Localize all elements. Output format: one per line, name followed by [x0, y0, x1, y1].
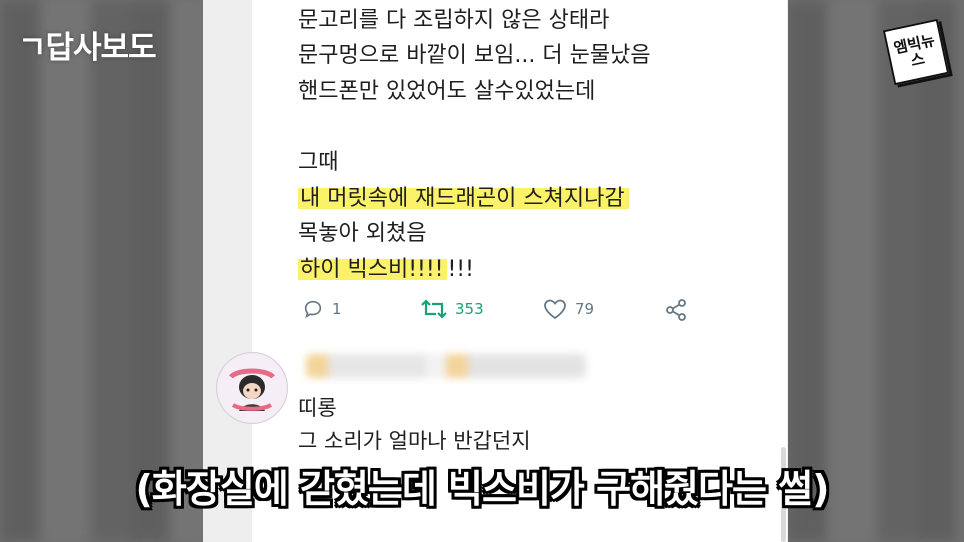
- channel-title: ㄱ답사보도: [18, 30, 157, 66]
- tweet-line-7-rest: !!!: [447, 257, 474, 282]
- tweet-line-5: 내 머릿속에 재드래곤이 스쳐지나감: [298, 184, 629, 214]
- retweet-count: 353: [455, 300, 484, 318]
- avatar-illustration-icon: [218, 354, 286, 422]
- highlighted-text: 내 머릿속에 재드래곤이 스쳐지나감: [298, 186, 629, 211]
- reply-icon: [304, 300, 322, 319]
- blurred-user-meta: [306, 354, 586, 378]
- heart-icon: [544, 299, 566, 320]
- share-action[interactable]: [664, 298, 688, 322]
- tweet-line-1: 문고리를 다 조립하지 않은 상태라: [298, 8, 610, 33]
- reply-line-2: 그 소리가 얼마나 반갑던지: [298, 429, 531, 453]
- tweet-line-7: 하이 빅스비!!!!!!!: [298, 255, 474, 285]
- tweet-line-6: 목놓아 외쳤음: [298, 221, 427, 246]
- share-icon: [666, 299, 686, 321]
- retweet-icon: [421, 299, 447, 319]
- reply-action[interactable]: 1: [302, 298, 342, 320]
- video-caption: (화장실에 갇혔는데 빅스비가 구해줬다는 썰): [135, 467, 830, 511]
- tweet-line-2: 문구멍으로 바깥이 보임... 더 눈물났음: [298, 43, 651, 68]
- avatar[interactable]: [216, 352, 288, 424]
- reply-count: 1: [332, 300, 342, 318]
- tweet-line-3: 핸드폰만 있었어도 살수있었는데: [298, 79, 596, 104]
- retweet-action[interactable]: 353: [421, 298, 484, 320]
- reply-line-1: 띠롱: [298, 396, 337, 420]
- tweet-line-4: 그때: [298, 150, 339, 175]
- like-count: 79: [575, 300, 595, 318]
- logo: 엠빅뉴스: [882, 18, 950, 86]
- like-action[interactable]: 79: [543, 298, 594, 320]
- highlighted-text: 하이 빅스비!!!!: [298, 257, 448, 282]
